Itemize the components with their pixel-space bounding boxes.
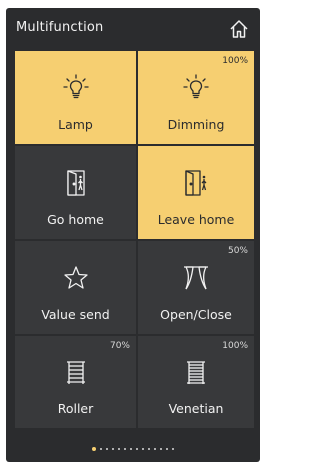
page-dot[interactable] — [172, 448, 174, 450]
page-dot[interactable] — [148, 448, 150, 450]
tile-value: 70% — [109, 341, 130, 351]
page-dot[interactable] — [106, 448, 108, 450]
page-indicator[interactable] — [6, 445, 260, 453]
page-dot[interactable] — [100, 448, 102, 450]
tile-value-send[interactable]: Value send — [15, 241, 136, 334]
tile-leave-home[interactable]: Leave home — [138, 146, 254, 239]
tile-label: Roller — [57, 401, 94, 416]
bulb-icon — [179, 71, 213, 105]
function-grid: Lamp 100% Dimming Go home Leave home Val… — [15, 51, 254, 428]
page-title: Multifunction — [16, 20, 104, 35]
home-icon — [229, 19, 249, 39]
curtain-icon — [179, 261, 213, 295]
tile-label: Lamp — [58, 117, 93, 132]
roller-blind-icon — [59, 356, 93, 390]
header: Multifunction — [6, 8, 260, 50]
tile-label: Venetian — [168, 401, 224, 416]
page-dot[interactable] — [130, 448, 132, 450]
door-enter-icon — [59, 166, 93, 200]
page-dot-active[interactable] — [92, 447, 96, 451]
tile-value: 100% — [222, 56, 248, 66]
tile-value: 50% — [227, 246, 248, 256]
multifunction-panel: Multifunction Lamp 100% Dimming Go home … — [6, 8, 260, 462]
door-exit-icon — [179, 166, 213, 200]
tile-label: Go home — [47, 212, 104, 227]
tile-dimming[interactable]: 100% Dimming — [138, 51, 254, 144]
home-button[interactable] — [226, 16, 252, 42]
tile-open-close[interactable]: 50% Open/Close — [138, 241, 254, 334]
tile-label: Open/Close — [160, 307, 232, 322]
page-dot[interactable] — [112, 448, 114, 450]
tile-label: Value send — [41, 307, 110, 322]
star-icon — [59, 261, 93, 295]
tile-go-home[interactable]: Go home — [15, 146, 136, 239]
page-dot[interactable] — [118, 448, 120, 450]
venetian-blind-icon — [179, 356, 213, 390]
page-dot[interactable] — [154, 448, 156, 450]
page-dot[interactable] — [160, 448, 162, 450]
page-dot[interactable] — [142, 448, 144, 450]
tile-venetian[interactable]: 100% Venetian — [138, 336, 254, 428]
tile-roller[interactable]: 70% Roller — [15, 336, 136, 428]
bulb-icon — [59, 71, 93, 105]
tile-lamp[interactable]: Lamp — [15, 51, 136, 144]
page-dot[interactable] — [136, 448, 138, 450]
tile-label: Dimming — [167, 117, 225, 132]
page-dot[interactable] — [166, 448, 168, 450]
tile-value: 100% — [222, 341, 248, 351]
tile-label: Leave home — [157, 212, 235, 227]
page-dot[interactable] — [124, 448, 126, 450]
